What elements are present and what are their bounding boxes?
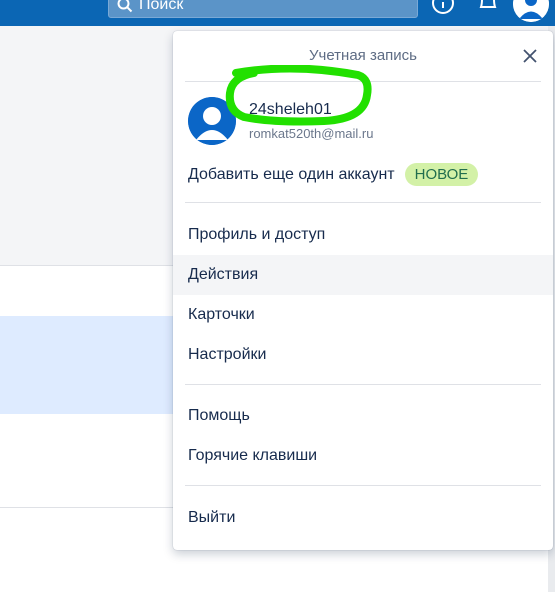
add-account-button[interactable]: Добавить еще один аккаунт НОВОЕ	[188, 163, 479, 186]
menu-item-label: Настройки	[188, 346, 267, 363]
background-selected-row	[0, 316, 180, 414]
top-navigation-bar: Поиск	[0, 0, 555, 26]
account-username: 24sheleh01	[249, 101, 332, 118]
bell-icon[interactable]	[477, 0, 499, 15]
background-divider	[0, 265, 180, 266]
panel-divider	[185, 202, 541, 203]
panel-divider	[185, 384, 541, 385]
user-avatar-button[interactable]	[513, 0, 549, 22]
menu-item-settings[interactable]: Настройки	[173, 335, 553, 375]
menu-item-label: Профиль и доступ	[188, 226, 326, 243]
info-icon[interactable]	[431, 0, 455, 15]
menu-item-shortcuts[interactable]: Горячие клавиши	[173, 436, 553, 476]
panel-divider	[185, 485, 541, 486]
background-divider	[0, 507, 180, 508]
add-account-label: Добавить еще один аккаунт	[188, 165, 395, 183]
menu-item-help[interactable]: Помощь	[173, 396, 553, 436]
user-avatar-icon	[188, 97, 236, 145]
panel-title: Учетная запись	[308, 47, 417, 64]
close-button[interactable]	[521, 47, 539, 65]
menu-item-logout[interactable]: Выйти	[173, 498, 553, 538]
account-dropdown-panel: Учетная запись 24sheleh01 romkat520th@ma…	[173, 31, 553, 550]
search-icon	[117, 0, 133, 13]
new-badge: НОВОЕ	[404, 163, 479, 186]
menu-item-label: Выйти	[188, 509, 236, 526]
menu-item-cards[interactable]: Карточки	[173, 295, 553, 335]
account-email: romkat520th@mail.ru	[249, 126, 374, 141]
menu-item-label: Действия	[188, 266, 259, 283]
close-icon	[523, 49, 537, 63]
menu-item-activity[interactable]: Действия	[173, 255, 553, 295]
account-avatar	[188, 97, 236, 145]
menu-item-label: Горячие клавиши	[188, 447, 318, 464]
search-placeholder: Поиск	[139, 0, 184, 13]
user-avatar-icon	[513, 0, 549, 22]
menu-item-label: Помощь	[188, 407, 250, 424]
panel-divider	[185, 81, 541, 82]
menu-item-label: Карточки	[188, 306, 255, 323]
search-bar[interactable]: Поиск	[108, 0, 418, 18]
menu-item-profile-access[interactable]: Профиль и доступ	[173, 215, 553, 255]
